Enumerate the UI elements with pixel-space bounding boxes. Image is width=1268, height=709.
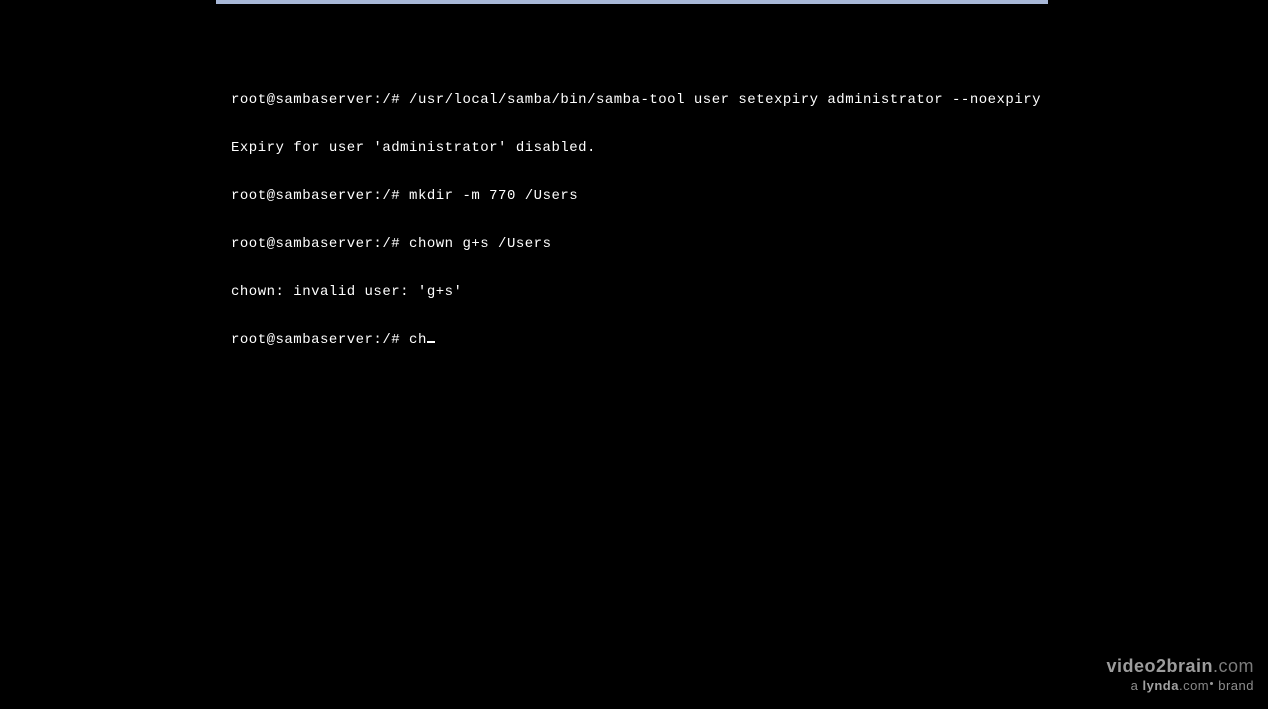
terminal-line: root@sambaserver:/# ch xyxy=(231,332,1063,348)
watermark-sub-lynda: lynda xyxy=(1142,678,1178,693)
shell-output: chown: invalid user: 'g+s' xyxy=(231,284,462,300)
terminal-line: root@sambaserver:/# /usr/local/samba/bin… xyxy=(231,92,1063,108)
shell-prompt: root@sambaserver:/# xyxy=(231,236,400,252)
shell-prompt: root@sambaserver:/# xyxy=(231,92,400,108)
terminal-line: root@sambaserver:/# chown g+s /Users xyxy=(231,236,1063,252)
watermark-dot-icon xyxy=(1210,682,1213,685)
watermark-subtitle: a lynda.com brand xyxy=(1106,678,1254,693)
watermark: video2brain.com a lynda.com brand xyxy=(1106,656,1254,693)
watermark-sub-brand: brand xyxy=(1214,678,1254,693)
shell-output: Expiry for user 'administrator' disabled… xyxy=(231,140,596,156)
window-title-bar-edge xyxy=(216,0,1048,4)
terminal-line: Expiry for user 'administrator' disabled… xyxy=(231,140,1063,156)
shell-command: mkdir -m 770 /Users xyxy=(400,188,578,204)
watermark-sub-a: a xyxy=(1131,678,1143,693)
terminal-line: root@sambaserver:/# mkdir -m 770 /Users xyxy=(231,188,1063,204)
shell-prompt: root@sambaserver:/# xyxy=(231,188,400,204)
shell-prompt: root@sambaserver:/# xyxy=(231,332,400,348)
terminal-cursor xyxy=(427,341,435,343)
watermark-sub-com: .com xyxy=(1179,678,1209,693)
watermark-brand-name: video2brain xyxy=(1106,656,1213,676)
shell-command: /usr/local/samba/bin/samba-tool user set… xyxy=(400,92,1041,108)
watermark-brand-tld: .com xyxy=(1213,656,1254,676)
terminal-output[interactable]: root@sambaserver:/# /usr/local/samba/bin… xyxy=(231,60,1063,364)
terminal-line: chown: invalid user: 'g+s' xyxy=(231,284,1063,300)
shell-command: chown g+s /Users xyxy=(400,236,551,252)
watermark-brand: video2brain.com xyxy=(1106,656,1254,677)
shell-command: ch xyxy=(400,332,427,348)
